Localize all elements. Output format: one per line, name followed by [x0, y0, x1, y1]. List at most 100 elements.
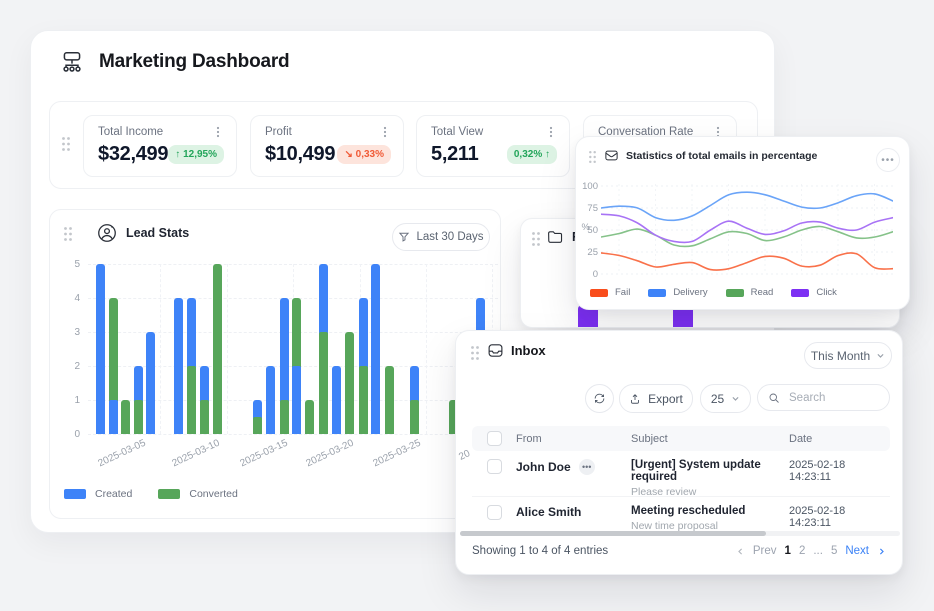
drag-handle-icon[interactable]	[61, 136, 71, 152]
bar-slot	[253, 264, 262, 434]
bar-segment	[187, 366, 196, 434]
prev-button[interactable]: Prev	[753, 545, 777, 557]
bar-slot	[280, 264, 289, 434]
filter-icon	[398, 231, 410, 243]
search-icon	[768, 392, 780, 404]
email-stats-title: Statistics of total emails in percentage	[626, 150, 817, 162]
stat-card-total-income: Total Income $32,499 ↑ 12,95%	[83, 115, 237, 177]
stat-value: 5,211	[431, 143, 478, 166]
inbox-card: Inbox This Month Export 25	[455, 330, 903, 575]
bar-segment	[410, 400, 419, 434]
row-checkbox[interactable]	[487, 459, 502, 474]
legend-label: Fail	[615, 287, 630, 298]
x-tick-label: 2025-03-15	[238, 438, 289, 470]
legend-swatch	[791, 289, 809, 297]
email-y-axis-unit: %	[576, 222, 590, 233]
page-title: Marketing Dashboard	[99, 51, 289, 73]
horizontal-scrollbar	[460, 531, 900, 536]
lead-bar-chart	[88, 264, 498, 434]
lead-user-dollar-icon	[96, 222, 118, 244]
trend-badge: ↑ 12,95%	[168, 145, 224, 164]
line-series-fail	[601, 253, 893, 270]
legend-item: Fail	[590, 287, 630, 298]
drag-handle-icon[interactable]	[588, 150, 597, 164]
x-tick-label: 2025-03-20	[304, 438, 355, 470]
chevron-down-icon	[731, 394, 740, 403]
select-all-checkbox[interactable]	[487, 431, 502, 446]
search-box	[757, 384, 890, 411]
bar-slot	[385, 264, 394, 434]
email-preview: Please review	[631, 486, 789, 498]
y-tick: 100	[578, 181, 598, 192]
y-tick: 0	[578, 269, 598, 280]
chevron-down-icon	[876, 351, 885, 360]
stat-label: Total Income	[98, 126, 163, 138]
sender-name: John Doe	[516, 460, 571, 474]
page-number-1[interactable]: 1	[785, 545, 791, 557]
x-tick-label: 2025-03-05	[96, 438, 147, 470]
legend-label: Read	[751, 287, 774, 298]
email-line-chart	[601, 182, 893, 282]
scrollbar-thumb[interactable]	[460, 531, 766, 536]
export-button[interactable]: Export	[619, 384, 693, 413]
bar-slot	[266, 264, 275, 434]
bar-slot	[345, 264, 354, 434]
legend-swatch	[158, 489, 180, 499]
folder-icon	[546, 228, 564, 246]
period-select-value: This Month	[811, 349, 870, 363]
y-tick: 2	[58, 361, 80, 372]
search-input[interactable]	[787, 391, 883, 405]
chevron-right-icon[interactable]	[877, 547, 886, 556]
legend-item: Read	[726, 287, 774, 298]
lead-stats-title: Lead Stats	[126, 226, 189, 240]
bar-segment	[292, 366, 301, 434]
mail-icon	[604, 148, 619, 163]
y-tick: 0	[58, 429, 80, 440]
x-tick-label: 2025-03-25	[371, 438, 422, 470]
row-more-badge[interactable]: •••	[579, 459, 595, 475]
bar-slot	[292, 264, 301, 434]
refresh-button[interactable]	[585, 384, 614, 413]
more-options-button[interactable]: •••	[876, 148, 900, 172]
x-tick-label: 2025-03-10	[170, 438, 221, 470]
bar-segment	[109, 400, 118, 434]
bar-slot	[305, 264, 314, 434]
y-tick: 75	[578, 203, 598, 214]
column-header-date: Date	[789, 433, 890, 445]
bar-slot	[319, 264, 328, 434]
page-size-value: 25	[711, 392, 724, 406]
trend-badge: 0,32% ↑	[507, 145, 557, 164]
next-button[interactable]: Next	[845, 545, 869, 557]
kebab-menu-icon[interactable]	[212, 126, 224, 138]
legend-item: Created	[64, 488, 132, 500]
sitemap-icon	[59, 49, 85, 75]
bar-slot	[109, 264, 118, 434]
table-row[interactable]: John Doe•••[Urgent] System update requir…	[472, 451, 890, 497]
kebab-menu-icon[interactable]	[379, 126, 391, 138]
drag-handle-icon[interactable]	[470, 345, 480, 361]
bar-segment	[146, 332, 155, 434]
kebab-menu-icon[interactable]	[545, 126, 557, 138]
h-gridline	[88, 434, 498, 435]
row-checkbox[interactable]	[487, 505, 502, 520]
y-tick: 1	[58, 395, 80, 406]
page-size-select[interactable]: 25	[700, 384, 751, 413]
chevron-left-icon[interactable]	[736, 547, 745, 556]
lead-stats-card: Lead Stats Last 30 Days 543210 2025-03-0…	[49, 209, 501, 519]
period-select-button[interactable]: This Month	[804, 342, 892, 369]
legend-swatch	[590, 289, 608, 297]
y-tick: 25	[578, 247, 598, 258]
bar-slot	[200, 264, 209, 434]
page-number-2[interactable]: 2	[799, 545, 805, 557]
drag-handle-icon[interactable]	[63, 226, 73, 242]
page-number-5[interactable]: 5	[831, 545, 837, 557]
drag-handle-icon[interactable]	[531, 231, 541, 247]
bar-segment	[319, 332, 328, 434]
legend-label: Delivery	[673, 287, 707, 298]
bar-slot	[134, 264, 143, 434]
last-30-days-filter-button[interactable]: Last 30 Days	[392, 223, 490, 251]
pagination: Prev 12...5 Next	[736, 545, 886, 557]
bar-segment	[385, 366, 394, 434]
bar-segment	[305, 400, 314, 434]
legend-swatch	[648, 289, 666, 297]
